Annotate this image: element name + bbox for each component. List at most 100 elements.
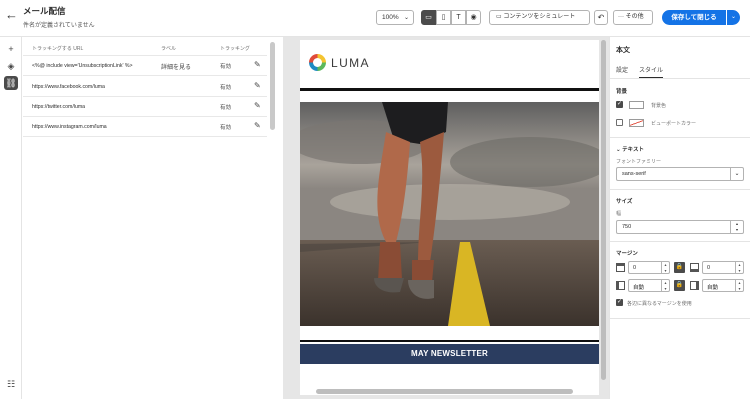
background-color-label: 背景色 xyxy=(651,103,667,109)
margin-top-icon xyxy=(616,263,625,272)
margin-left-icon xyxy=(616,281,625,290)
different-margins-checkbox[interactable] xyxy=(616,298,623,306)
zoom-select[interactable]: 100% ⌄ xyxy=(376,10,414,25)
viewport-color-label: ビューポートカラー xyxy=(651,121,697,127)
link-icon[interactable]: ⛓ xyxy=(4,76,18,90)
lock-icon[interactable]: 🔒 xyxy=(674,262,685,273)
pencil-icon[interactable]: ✎ xyxy=(254,60,261,69)
link-label: 詳細を見る xyxy=(161,65,192,71)
background-color-checkbox[interactable] xyxy=(616,100,623,108)
link-tracking: 有効 xyxy=(220,64,232,70)
font-family-label: フォントファミリー xyxy=(616,159,662,165)
properties-panel: 本文 設定 スタイル 背景 背景色 ビューポートカラー ⌄ テキスト フォントフ… xyxy=(609,37,750,399)
link-url: https://www.facebook.com/luma xyxy=(32,84,105,90)
simulate-label: コンテンツをシミュレート xyxy=(503,14,576,20)
section-divider xyxy=(610,318,750,319)
runner-illustration xyxy=(300,102,599,326)
link-tracking: 有効 xyxy=(220,125,232,131)
more-dots-icon: ··· xyxy=(618,14,626,20)
table-row[interactable]: https://twitter.com/luma 有効 ✎ xyxy=(23,97,267,117)
section-divider xyxy=(610,137,750,138)
margin-bottom-value: 0 xyxy=(707,265,711,271)
pencil-icon[interactable]: ✎ xyxy=(254,121,261,130)
luma-logo-icon xyxy=(309,54,326,71)
width-label: 幅 xyxy=(616,211,622,217)
preview-eye-icon[interactable]: ◉ xyxy=(466,10,481,25)
width-input[interactable]: 750 ▴ ▾ xyxy=(616,220,744,234)
header-divider xyxy=(300,88,599,91)
mobile-view-icon[interactable]: ▯ xyxy=(436,10,451,25)
margin-left-input[interactable]: 自動 ▴ ▾ xyxy=(628,279,670,292)
text-section-label: テキスト xyxy=(622,147,644,153)
simulate-content-button[interactable]: ▭ コンテンツをシミュレート xyxy=(489,10,590,25)
email-body[interactable]: LUMA MAY NEWSLETTER xyxy=(300,40,599,395)
background-section-title: 背景 xyxy=(616,89,628,95)
margin-bottom-input[interactable]: 0 ▴ ▾ xyxy=(702,261,744,274)
save-dropdown-chevron-icon[interactable]: ⌄ xyxy=(727,10,740,25)
undo-icon[interactable]: ↶ xyxy=(594,10,608,25)
chevron-down-icon: ⌄ xyxy=(730,168,743,180)
link-url: https://twitter.com/luma xyxy=(32,104,86,110)
margin-right-input[interactable]: 自動 ▴ ▾ xyxy=(702,279,744,292)
subject-warning: 件名が定義されていません xyxy=(23,23,95,29)
text-section-title[interactable]: ⌄ テキスト xyxy=(616,145,644,153)
tab-settings[interactable]: 設定 xyxy=(616,65,628,74)
width-value: 750 xyxy=(622,224,632,230)
background-color-swatch[interactable] xyxy=(629,101,644,109)
table-row[interactable]: https://www.instagram.com/luma 有効 ✎ xyxy=(23,117,267,137)
different-margins-label: 各辺に異なるマージンを使用 xyxy=(627,301,692,307)
top-bar: ← メール配信 件名が定義されていません 100% ⌄ ▭ ▯ T ◉ ▭ コン… xyxy=(0,0,750,37)
stepper-icon: ▴ ▾ xyxy=(661,280,669,291)
column-label-header: ラベル xyxy=(161,46,177,52)
desktop-view-icon[interactable]: ▭ xyxy=(421,10,436,25)
layers-icon[interactable]: ◈ xyxy=(4,59,18,73)
margin-section-title: マージン xyxy=(616,251,638,257)
settings-panel-icon[interactable]: ☷ xyxy=(4,377,18,391)
margin-top-input[interactable]: 0 ▴ ▾ xyxy=(628,261,670,274)
tracked-links-panel: トラッキングする URL ラベル トラッキング <%@ include view… xyxy=(23,37,283,399)
link-url: <%@ include view='UnsubscriptionLink' %> xyxy=(32,63,133,69)
font-family-value: sans-serif xyxy=(622,171,646,177)
text-view-icon[interactable]: T xyxy=(451,10,466,25)
stepper-icon: ▴ ▾ xyxy=(735,280,743,291)
zoom-value: 100% xyxy=(382,14,399,21)
column-tracking-header: トラッキング xyxy=(220,46,250,52)
canvas-horizontal-scrollbar[interactable] xyxy=(316,389,573,394)
margin-right-icon xyxy=(690,281,699,290)
link-tracking: 有効 xyxy=(220,105,232,111)
save-and-close-button[interactable]: 保存して閉じる xyxy=(662,10,726,25)
pencil-icon[interactable]: ✎ xyxy=(254,101,261,110)
chevron-down-icon: ⌄ xyxy=(403,15,409,21)
link-tracking: 有効 xyxy=(220,85,232,91)
margin-left-value: 自動 xyxy=(633,285,645,291)
newsletter-heading[interactable]: MAY NEWSLETTER xyxy=(300,344,599,364)
links-scrollbar[interactable] xyxy=(270,42,275,130)
stepper-icon: ▴ ▾ xyxy=(730,221,743,233)
section-divider xyxy=(610,241,750,242)
table-row[interactable]: https://www.facebook.com/luma 有効 ✎ xyxy=(23,77,267,97)
lock-icon[interactable]: 🔒 xyxy=(674,280,685,291)
page-title: メール配信 xyxy=(23,6,66,16)
more-button[interactable]: ··· その他 xyxy=(613,10,653,25)
email-designer: ← メール配信 件名が定義されていません 100% ⌄ ▭ ▯ T ◉ ▭ コン… xyxy=(0,0,750,399)
link-url: https://www.instagram.com/luma xyxy=(32,124,107,130)
viewport-color-checkbox[interactable] xyxy=(616,119,623,126)
stepper-icon: ▴ ▾ xyxy=(661,262,669,273)
email-canvas: LUMA MAY NEWSLETTER xyxy=(283,37,609,399)
tabs-divider xyxy=(610,78,750,79)
add-icon[interactable]: + xyxy=(4,42,18,56)
tab-style[interactable]: スタイル xyxy=(639,65,664,79)
viewport-color-swatch[interactable] xyxy=(629,119,644,127)
table-row[interactable]: <%@ include view='UnsubscriptionLink' %>… xyxy=(23,56,267,76)
size-section-title: サイズ xyxy=(616,199,633,205)
margin-top-value: 0 xyxy=(633,265,637,271)
back-arrow-icon[interactable]: ← xyxy=(5,8,19,22)
left-tool-rail: + ◈ ⛓ ☷ xyxy=(0,37,22,399)
brand-name: LUMA xyxy=(331,56,370,70)
pencil-icon[interactable]: ✎ xyxy=(254,81,261,90)
more-label: その他 xyxy=(625,14,644,20)
font-family-select[interactable]: sans-serif ⌄ xyxy=(616,167,744,181)
hero-image-runner[interactable] xyxy=(300,102,599,326)
canvas-vertical-scrollbar[interactable] xyxy=(601,40,606,380)
panel-title: 本文 xyxy=(616,47,630,54)
